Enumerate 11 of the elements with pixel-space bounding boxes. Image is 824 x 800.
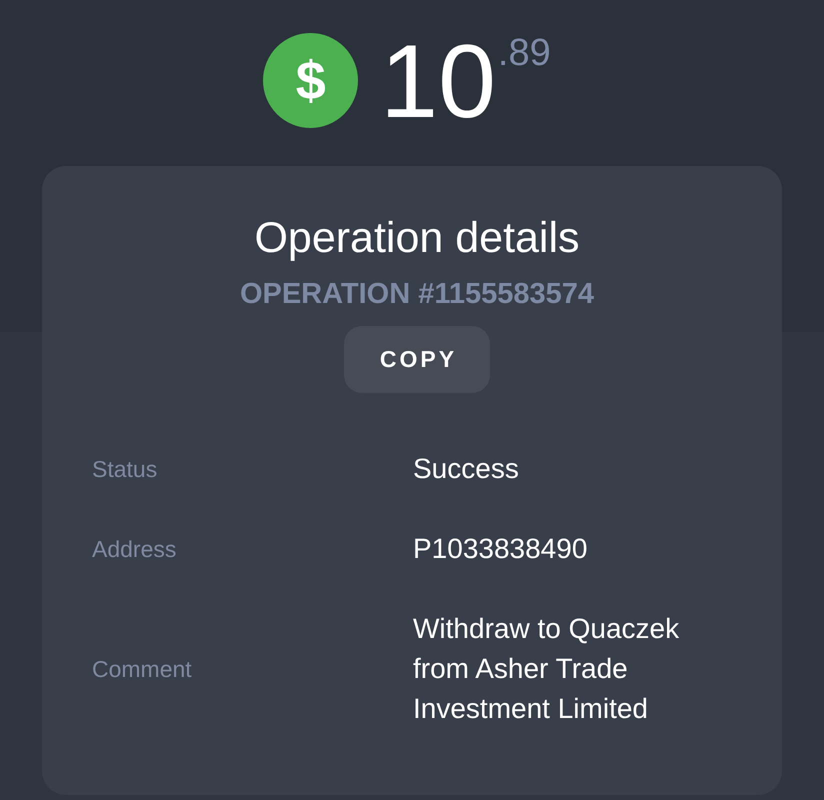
- detail-label: Status: [92, 455, 158, 484]
- detail-value: Withdraw to Quaczek from Asher Trade Investment Limited: [413, 612, 680, 726]
- detail-value: P1033838490: [413, 532, 588, 566]
- card-title: Operation details: [254, 213, 580, 264]
- detail-value: Success: [413, 452, 519, 486]
- operation-number: OPERATION #1155583574: [240, 277, 594, 312]
- balance-amount: 10$^{.89}$: [380, 30, 551, 134]
- currency-symbol: $: [263, 33, 358, 128]
- copy-button[interactable]: COPY: [344, 326, 490, 393]
- detail-label: Comment: [92, 655, 192, 684]
- detail-label: Address: [92, 535, 176, 564]
